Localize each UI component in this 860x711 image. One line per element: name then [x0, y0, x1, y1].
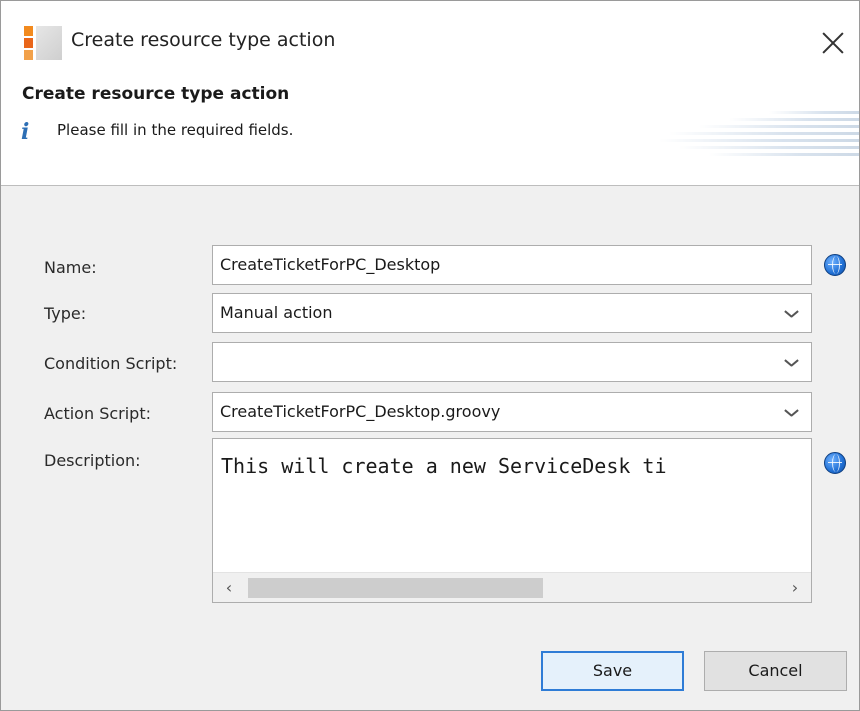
- condition-script-dropdown[interactable]: [212, 342, 812, 382]
- dialog-heading: Create resource type action: [22, 84, 290, 104]
- globe-icon[interactable]: [824, 254, 846, 276]
- name-input[interactable]: CreateTicketForPC_Desktop: [212, 245, 812, 285]
- dialog-header: Create resource type action i Please fil…: [1, 81, 859, 185]
- window-title: Create resource type action: [71, 29, 336, 51]
- description-label: Description:: [44, 451, 141, 470]
- type-dropdown[interactable]: Manual action: [212, 293, 812, 333]
- chevron-down-icon[interactable]: [785, 357, 797, 369]
- type-value: Manual action: [220, 303, 333, 322]
- close-icon[interactable]: [813, 23, 853, 63]
- app-logo-icon: [24, 26, 62, 60]
- arrow-right-icon[interactable]: ›: [785, 578, 805, 598]
- chevron-down-icon[interactable]: [785, 407, 797, 419]
- info-icon: i: [21, 119, 30, 145]
- description-textarea[interactable]: This will create a new ServiceDesk ti ‹ …: [212, 438, 812, 603]
- dialog-window: Create resource type action Create resou…: [0, 0, 860, 711]
- title-bar: Create resource type action: [1, 1, 859, 81]
- name-label: Name:: [44, 258, 97, 277]
- arrow-left-icon[interactable]: ‹: [219, 578, 239, 598]
- description-value: This will create a new ServiceDesk ti: [221, 454, 667, 478]
- action-script-dropdown[interactable]: CreateTicketForPC_Desktop.groovy: [212, 392, 812, 432]
- condition-script-label: Condition Script:: [44, 354, 178, 373]
- type-label: Type:: [44, 304, 87, 323]
- scrollbar-thumb[interactable]: [248, 578, 543, 598]
- chevron-down-icon[interactable]: [785, 308, 797, 320]
- form-area: Name: CreateTicketForPC_Desktop Type: Ma…: [1, 186, 859, 710]
- name-value: CreateTicketForPC_Desktop: [220, 255, 441, 274]
- cancel-button[interactable]: Cancel: [704, 651, 847, 691]
- horizontal-scrollbar[interactable]: ‹ ›: [213, 572, 811, 602]
- action-script-label: Action Script:: [44, 404, 151, 423]
- banner-decoration: [659, 111, 859, 161]
- globe-icon[interactable]: [824, 452, 846, 474]
- dialog-message: Please fill in the required fields.: [57, 121, 294, 139]
- action-script-value: CreateTicketForPC_Desktop.groovy: [220, 402, 501, 421]
- save-button[interactable]: Save: [541, 651, 684, 691]
